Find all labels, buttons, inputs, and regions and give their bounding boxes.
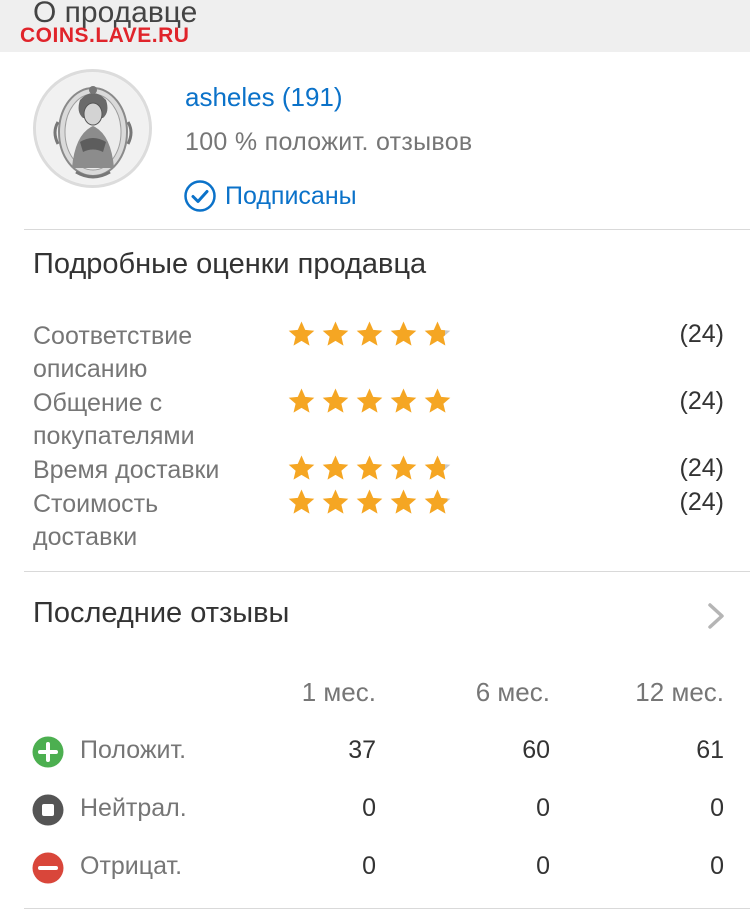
column-header-12-months: 12 мес. <box>635 677 724 707</box>
rating-count: (24) <box>679 320 724 348</box>
column-header-6-months: 6 мес. <box>475 677 550 707</box>
star-icon <box>322 455 349 480</box>
rating-label-line: Время доставки <box>33 456 220 484</box>
rating-label-line: покупателями <box>33 422 195 450</box>
check-circle-icon <box>184 180 216 212</box>
portrait-image <box>36 72 149 185</box>
divider <box>24 571 750 572</box>
rating-count: (24) <box>679 454 724 482</box>
rating-count: (24) <box>679 488 724 516</box>
divider <box>24 908 750 909</box>
star-icon <box>322 321 349 346</box>
star-icon <box>424 388 451 413</box>
positive-1-month: 37 <box>348 736 376 764</box>
star-icon <box>288 321 315 346</box>
stop-circle-icon <box>32 794 64 826</box>
neutral-1-month: 0 <box>362 794 376 822</box>
positive-6-months: 60 <box>522 736 550 764</box>
divider <box>24 229 750 230</box>
ratings-title: Подробные оценки продавца <box>33 248 427 280</box>
recent-feedback-title[interactable]: Последние отзывы <box>33 597 289 630</box>
star-icon <box>288 489 315 514</box>
positive-12-months: 61 <box>696 736 724 764</box>
star-icon <box>390 388 417 413</box>
star-icon <box>356 321 383 346</box>
minus-circle-icon <box>32 852 64 884</box>
seller-name-link[interactable]: asheles (191) <box>185 82 343 113</box>
negative-6-months: 0 <box>536 852 550 880</box>
star-icon <box>288 388 315 413</box>
row-label-neutral: Нейтрал. <box>80 794 187 822</box>
watermark: COINS.LAVE.RU <box>20 24 190 47</box>
seller-feedback-text: 100 % положит. отзывов <box>185 128 473 156</box>
avatar[interactable] <box>33 69 152 188</box>
rating-label-line: Стоимость <box>33 490 159 518</box>
star-icon <box>288 455 315 480</box>
star-icon <box>356 455 383 480</box>
rating-label-line: Соответствие <box>33 322 193 350</box>
chevron-right-icon[interactable] <box>705 601 727 631</box>
negative-12-months: 0 <box>710 852 724 880</box>
stars-communication <box>287 387 452 415</box>
star-icon <box>390 455 417 480</box>
star-icon <box>322 489 349 514</box>
neutral-6-months: 0 <box>536 794 550 822</box>
star-icon <box>356 388 383 413</box>
rating-label-shipping-time: Время доставки <box>33 454 219 487</box>
row-label-positive: Положит. <box>80 736 187 764</box>
follow-label: Подписаны <box>225 181 357 210</box>
rating-label-shipping-cost: Стоимость доставки <box>33 488 158 554</box>
plus-circle-icon <box>32 736 64 768</box>
star-icon <box>356 489 383 514</box>
neutral-12-months: 0 <box>710 794 724 822</box>
stars-shipping-cost <box>287 488 452 516</box>
row-label-negative: Отрицат. <box>80 852 183 880</box>
rating-label-line: доставки <box>33 523 138 551</box>
star-icon <box>390 321 417 346</box>
rating-label-description: Соответствие описанию <box>33 320 192 386</box>
rating-count: (24) <box>679 387 724 415</box>
stars-description <box>287 320 452 348</box>
stars-shipping-time <box>287 454 452 482</box>
star-icon <box>424 455 451 480</box>
rating-label-line: описанию <box>33 355 148 383</box>
star-icon <box>424 489 451 514</box>
star-icon <box>424 321 451 346</box>
follow-status-button[interactable]: Подписаны <box>183 178 357 214</box>
rating-label-communication: Общение с покупателями <box>33 387 195 453</box>
negative-1-month: 0 <box>362 852 376 880</box>
column-header-1-month: 1 мес. <box>301 677 376 707</box>
rating-label-line: Общение с <box>33 389 163 417</box>
star-icon <box>390 489 417 514</box>
star-icon <box>322 388 349 413</box>
